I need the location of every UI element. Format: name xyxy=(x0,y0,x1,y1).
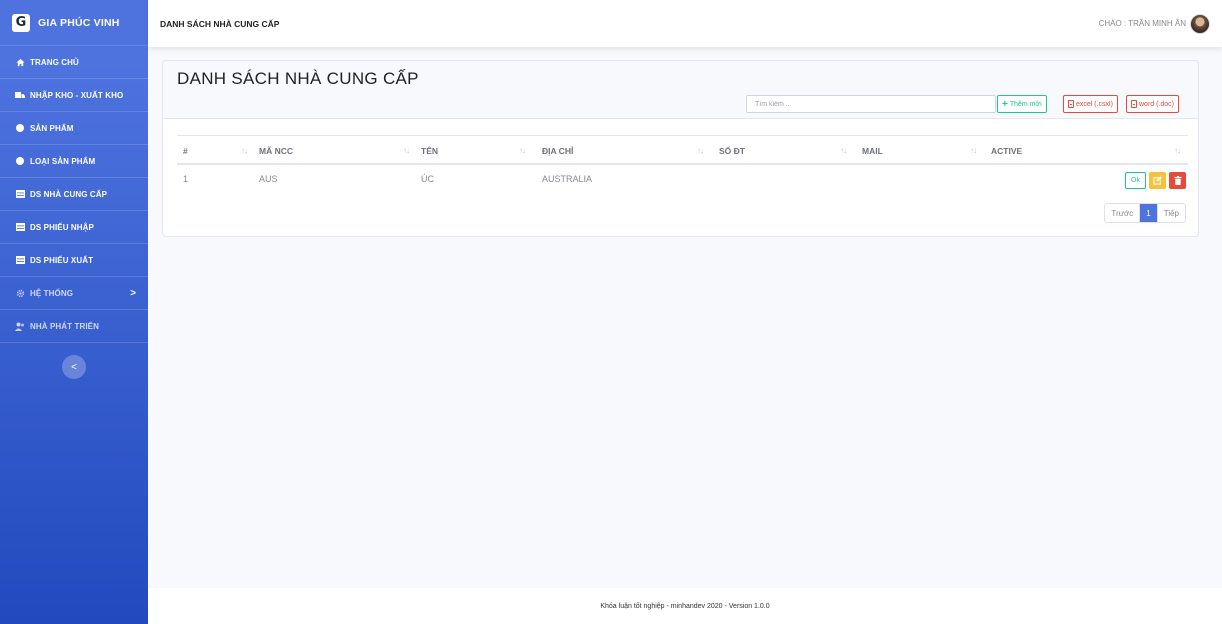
sidebar-item-product-types[interactable]: LOẠI SẢN PHẨM xyxy=(0,145,148,178)
sort-icon[interactable]: ↑↓ xyxy=(697,146,704,155)
file-icon xyxy=(1131,100,1137,108)
table-icon xyxy=(14,188,26,200)
sidebar-item-label: LOẠI SẢN PHẨM xyxy=(30,156,96,166)
sidebar-item-export-slips[interactable]: DS PHIẾU XUẤT xyxy=(0,244,148,277)
sidebar-item-label: NHẬP KHO - XUẤT KHO xyxy=(30,90,124,100)
row-actions: Ok xyxy=(1125,172,1186,189)
sidebar-toggle-button[interactable]: < xyxy=(62,355,86,379)
sidebar-item-label: DS PHIẾU XUẤT xyxy=(30,255,94,265)
search-input[interactable] xyxy=(746,95,996,113)
sort-icon[interactable]: ↑↓ xyxy=(241,146,248,155)
topbar-title: DANH SÁCH NHÀ CUNG CẤP xyxy=(160,18,280,29)
cell-index: 1 xyxy=(183,174,189,184)
sidebar-item-label: HỆ THỐNG xyxy=(30,288,74,298)
column-header-name[interactable]: TÊN xyxy=(421,146,438,156)
circle-icon xyxy=(14,122,26,134)
column-header-index[interactable]: # xyxy=(183,146,188,156)
table-header: # ↑↓ MÃ NCC ↑↓ TÊN ↑↓ ĐỊA CHỈ ↑↓ SỐ ĐT ↑… xyxy=(177,135,1188,165)
sort-icon[interactable]: ↑↓ xyxy=(1174,146,1181,155)
sidebar-item-label: NHÀ PHÁT TRIỂN xyxy=(30,321,99,331)
export-excel-button[interactable]: excel (.csxl) xyxy=(1063,95,1118,113)
brand[interactable]: G GIA PHÚC VINH xyxy=(0,0,148,46)
pagination-next[interactable]: Tiếp xyxy=(1156,204,1185,222)
cell-code: AUS xyxy=(259,174,278,184)
truck-icon xyxy=(14,89,26,101)
file-icon xyxy=(1068,100,1074,108)
supplier-table: # ↑↓ MÃ NCC ↑↓ TÊN ↑↓ ĐỊA CHỈ ↑↓ SỐ ĐT ↑… xyxy=(177,135,1188,198)
sidebar-item-warehouse[interactable]: NHẬP KHO - XUẤT KHO xyxy=(0,79,148,112)
sort-icon[interactable]: ↑↓ xyxy=(970,146,977,155)
cell-name: ÚC xyxy=(421,174,434,184)
export-word-button[interactable]: word (.doc) xyxy=(1126,95,1180,113)
sidebar-item-import-slips[interactable]: DS PHIẾU NHẬP xyxy=(0,211,148,244)
card-header: DANH SÁCH NHÀ CUNG CẤP + Thêm mới excel … xyxy=(163,61,1198,119)
pagination-prev[interactable]: Trước xyxy=(1105,204,1140,222)
edit-icon xyxy=(1153,176,1162,185)
table-icon xyxy=(14,221,26,233)
trash-icon xyxy=(1173,176,1182,185)
sort-icon[interactable]: ↑↓ xyxy=(840,146,847,155)
sidebar: G GIA PHÚC VINH TRANG CHỦ NHẬP KHO - XUẤ… xyxy=(0,0,148,624)
brand-logo: G xyxy=(12,13,30,32)
sidebar-item-developer[interactable]: NHÀ PHÁT TRIỂN xyxy=(0,310,148,343)
pagination-page-current[interactable]: 1 xyxy=(1139,204,1157,222)
column-header-active[interactable]: ACTIVE xyxy=(991,146,1022,156)
column-header-phone[interactable]: SỐ ĐT xyxy=(719,146,745,156)
plus-icon: + xyxy=(1002,98,1008,110)
column-header-code[interactable]: MÃ NCC xyxy=(259,146,293,156)
supplier-card: DANH SÁCH NHÀ CUNG CẤP + Thêm mới excel … xyxy=(162,60,1199,237)
users-icon xyxy=(14,320,26,332)
sidebar-item-home[interactable]: TRANG CHỦ xyxy=(0,46,148,79)
topbar: DANH SÁCH NHÀ CUNG CẤP CHÀO : TRẦN MINH … xyxy=(148,0,1222,47)
sort-icon[interactable]: ↑↓ xyxy=(403,146,410,155)
delete-button[interactable] xyxy=(1169,172,1186,189)
user-greeting: CHÀO : TRẦN MINH ÂN xyxy=(1098,19,1186,28)
footer-text: Khóa luận tốt nghiệp - minhandev 2020 - … xyxy=(600,602,770,610)
column-header-mail[interactable]: MAIL xyxy=(862,146,883,156)
pagination: Trước 1 Tiếp xyxy=(1104,203,1186,223)
sort-icon[interactable]: ↑↓ xyxy=(519,146,526,155)
sidebar-item-label: DS PHIẾU NHẬP xyxy=(30,222,94,232)
page-title: DANH SÁCH NHÀ CUNG CẤP xyxy=(177,69,419,88)
gear-icon xyxy=(14,287,26,299)
home-icon xyxy=(14,56,26,68)
sidebar-item-suppliers[interactable]: DS NHÀ CUNG CẤP xyxy=(0,178,148,211)
user-menu[interactable]: CHÀO : TRẦN MINH ÂN xyxy=(1098,13,1210,34)
ok-button[interactable]: Ok xyxy=(1125,172,1146,189)
edit-button[interactable] xyxy=(1149,172,1166,189)
brand-name: GIA PHÚC VINH xyxy=(38,16,120,29)
sidebar-item-label: TRANG CHỦ xyxy=(30,57,79,67)
circle-icon xyxy=(14,155,26,167)
cell-address: AUSTRALIA xyxy=(542,174,593,184)
avatar[interactable] xyxy=(1190,13,1210,34)
sidebar-item-products[interactable]: SẢN PHẨM xyxy=(0,112,148,145)
chevron-right-icon: > xyxy=(130,287,136,299)
column-header-address[interactable]: ĐỊA CHỈ xyxy=(542,146,573,156)
add-new-button[interactable]: + Thêm mới xyxy=(997,95,1047,113)
sidebar-item-label: DS NHÀ CUNG CẤP xyxy=(30,189,108,199)
sidebar-item-label: SẢN PHẨM xyxy=(30,123,74,133)
table-row: 1 AUS ÚC AUSTRALIA Ok xyxy=(177,165,1188,198)
table-icon xyxy=(14,254,26,266)
footer: Khóa luận tốt nghiệp - minhandev 2020 - … xyxy=(148,588,1222,624)
sidebar-item-system[interactable]: HỆ THỐNG > xyxy=(0,277,148,310)
